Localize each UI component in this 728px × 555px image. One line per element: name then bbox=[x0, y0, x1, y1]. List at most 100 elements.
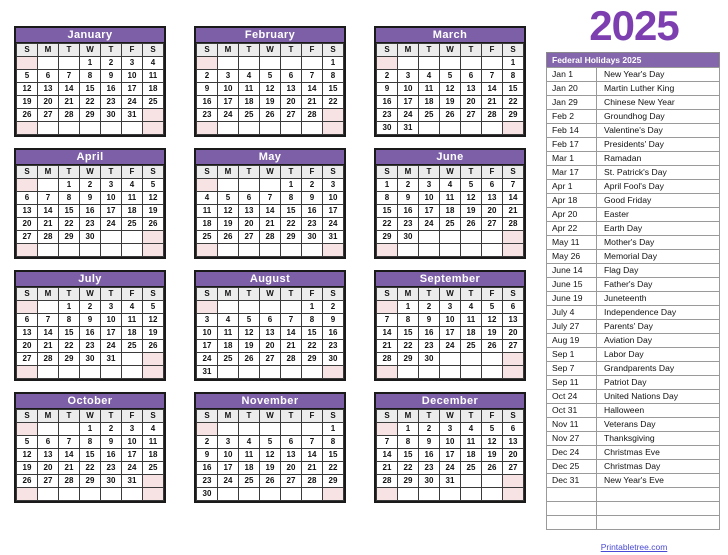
day-cell[interactable]: 7 bbox=[37, 191, 59, 205]
day-cell[interactable]: 14 bbox=[259, 204, 281, 218]
day-cell[interactable]: 24 bbox=[418, 217, 440, 231]
day-cell[interactable]: 22 bbox=[502, 95, 524, 109]
day-cell[interactable]: 28 bbox=[58, 474, 80, 488]
day-cell[interactable]: 18 bbox=[238, 461, 260, 475]
day-cell[interactable]: 23 bbox=[100, 95, 122, 109]
day-cell[interactable]: 2 bbox=[79, 178, 101, 192]
day-cell[interactable]: 19 bbox=[217, 217, 239, 231]
day-cell[interactable]: 16 bbox=[100, 82, 122, 96]
day-cell[interactable]: 25 bbox=[121, 339, 143, 353]
day-cell[interactable]: 6 bbox=[37, 69, 59, 83]
day-cell[interactable]: 15 bbox=[301, 326, 323, 340]
day-cell[interactable]: 3 bbox=[322, 178, 344, 192]
day-cell[interactable]: 21 bbox=[502, 204, 524, 218]
day-cell[interactable]: 29 bbox=[280, 230, 302, 244]
day-cell[interactable]: 16 bbox=[79, 326, 101, 340]
day-cell[interactable]: 25 bbox=[196, 230, 218, 244]
day-cell[interactable]: 30 bbox=[322, 352, 344, 366]
day-cell[interactable]: 6 bbox=[280, 435, 302, 449]
day-cell[interactable]: 3 bbox=[196, 313, 218, 327]
day-cell[interactable]: 9 bbox=[196, 448, 218, 462]
day-cell[interactable]: 18 bbox=[142, 448, 164, 462]
day-cell[interactable]: 30 bbox=[397, 230, 419, 244]
day-cell[interactable]: 23 bbox=[376, 108, 398, 122]
day-cell[interactable]: 22 bbox=[79, 95, 101, 109]
day-cell[interactable]: 10 bbox=[397, 82, 419, 96]
day-cell[interactable]: 27 bbox=[280, 108, 302, 122]
day-cell[interactable]: 21 bbox=[37, 217, 59, 231]
day-cell[interactable]: 18 bbox=[418, 95, 440, 109]
day-cell[interactable]: 14 bbox=[376, 326, 398, 340]
day-cell[interactable]: 30 bbox=[418, 352, 440, 366]
day-cell[interactable]: 18 bbox=[460, 448, 482, 462]
day-cell[interactable]: 22 bbox=[322, 95, 344, 109]
day-cell[interactable]: 15 bbox=[79, 82, 101, 96]
day-cell[interactable]: 1 bbox=[397, 300, 419, 314]
day-cell[interactable]: 12 bbox=[460, 191, 482, 205]
day-cell[interactable]: 9 bbox=[322, 313, 344, 327]
day-cell[interactable]: 17 bbox=[121, 448, 143, 462]
day-cell[interactable]: 27 bbox=[259, 352, 281, 366]
day-cell[interactable]: 7 bbox=[301, 435, 323, 449]
day-cell[interactable]: 24 bbox=[397, 108, 419, 122]
day-cell[interactable]: 6 bbox=[502, 300, 524, 314]
day-cell[interactable]: 13 bbox=[502, 435, 524, 449]
day-cell[interactable]: 10 bbox=[217, 82, 239, 96]
day-cell[interactable]: 5 bbox=[259, 69, 281, 83]
day-cell[interactable]: 19 bbox=[16, 95, 38, 109]
day-cell[interactable]: 29 bbox=[58, 352, 80, 366]
day-cell[interactable]: 2 bbox=[322, 300, 344, 314]
day-cell[interactable]: 22 bbox=[58, 217, 80, 231]
day-cell[interactable]: 3 bbox=[439, 422, 461, 436]
day-cell[interactable]: 4 bbox=[142, 422, 164, 436]
day-cell[interactable]: 2 bbox=[418, 422, 440, 436]
day-cell[interactable]: 2 bbox=[100, 56, 122, 70]
day-cell[interactable]: 10 bbox=[121, 435, 143, 449]
day-cell[interactable]: 18 bbox=[142, 82, 164, 96]
day-cell[interactable]: 25 bbox=[460, 339, 482, 353]
day-cell[interactable]: 12 bbox=[217, 204, 239, 218]
day-cell[interactable]: 12 bbox=[259, 448, 281, 462]
day-cell[interactable]: 9 bbox=[376, 82, 398, 96]
day-cell[interactable]: 4 bbox=[460, 300, 482, 314]
day-cell[interactable]: 4 bbox=[460, 422, 482, 436]
day-cell[interactable]: 27 bbox=[280, 474, 302, 488]
day-cell[interactable]: 31 bbox=[121, 474, 143, 488]
day-cell[interactable]: 25 bbox=[217, 352, 239, 366]
day-cell[interactable]: 23 bbox=[301, 217, 323, 231]
day-cell[interactable]: 31 bbox=[439, 474, 461, 488]
day-cell[interactable]: 27 bbox=[502, 461, 524, 475]
day-cell[interactable]: 4 bbox=[439, 178, 461, 192]
day-cell[interactable]: 28 bbox=[280, 352, 302, 366]
day-cell[interactable]: 15 bbox=[280, 204, 302, 218]
day-cell[interactable]: 3 bbox=[121, 56, 143, 70]
day-cell[interactable]: 16 bbox=[196, 461, 218, 475]
day-cell[interactable]: 13 bbox=[502, 313, 524, 327]
day-cell[interactable]: 16 bbox=[376, 95, 398, 109]
day-cell[interactable]: 9 bbox=[79, 313, 101, 327]
day-cell[interactable]: 15 bbox=[376, 204, 398, 218]
day-cell[interactable]: 26 bbox=[259, 108, 281, 122]
day-cell[interactable]: 14 bbox=[58, 82, 80, 96]
day-cell[interactable]: 11 bbox=[460, 313, 482, 327]
day-cell[interactable]: 8 bbox=[58, 191, 80, 205]
day-cell[interactable]: 3 bbox=[397, 69, 419, 83]
day-cell[interactable]: 18 bbox=[238, 95, 260, 109]
day-cell[interactable]: 19 bbox=[259, 95, 281, 109]
day-cell[interactable]: 24 bbox=[100, 339, 122, 353]
day-cell[interactable]: 7 bbox=[280, 313, 302, 327]
day-cell[interactable]: 23 bbox=[79, 217, 101, 231]
day-cell[interactable]: 13 bbox=[37, 82, 59, 96]
day-cell[interactable]: 27 bbox=[502, 339, 524, 353]
day-cell[interactable]: 23 bbox=[322, 339, 344, 353]
day-cell[interactable]: 30 bbox=[100, 108, 122, 122]
day-cell[interactable]: 16 bbox=[79, 204, 101, 218]
day-cell[interactable]: 11 bbox=[418, 82, 440, 96]
day-cell[interactable]: 1 bbox=[322, 56, 344, 70]
day-cell[interactable]: 5 bbox=[16, 435, 38, 449]
day-cell[interactable]: 15 bbox=[58, 204, 80, 218]
day-cell[interactable]: 25 bbox=[142, 461, 164, 475]
day-cell[interactable]: 7 bbox=[376, 313, 398, 327]
day-cell[interactable]: 6 bbox=[16, 313, 38, 327]
day-cell[interactable]: 22 bbox=[322, 461, 344, 475]
